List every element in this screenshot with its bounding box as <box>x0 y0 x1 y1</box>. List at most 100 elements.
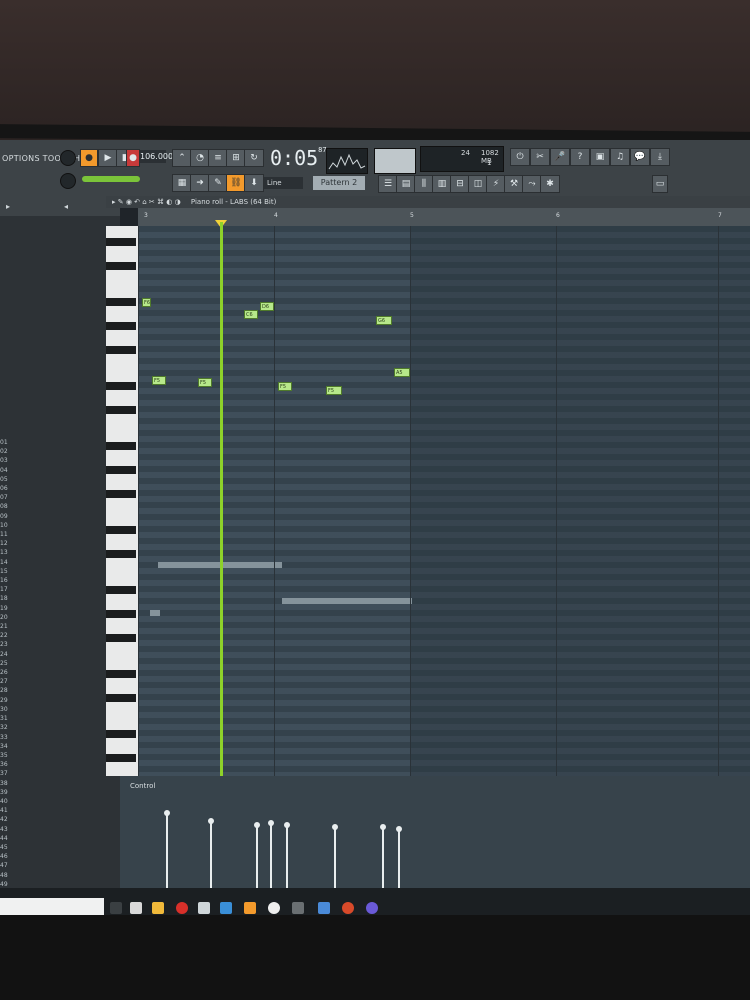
step-edit-icon[interactable]: ⊞ <box>226 149 246 167</box>
metronome-icon[interactable]: ⌃ <box>172 149 192 167</box>
mic-icon[interactable]: 🎤 <box>550 148 570 166</box>
browser-item[interactable]: 48 <box>0 871 120 880</box>
black-key[interactable] <box>106 586 136 594</box>
browser-item[interactable]: 35 <box>0 751 120 760</box>
browser-item[interactable]: 19 <box>0 604 120 613</box>
snap-select[interactable]: Line <box>264 177 303 189</box>
scissors-icon[interactable]: ✂ <box>530 148 550 166</box>
browser-item[interactable]: 10 <box>0 521 120 530</box>
browser-item[interactable]: 17 <box>0 585 120 594</box>
browser-item[interactable]: 08 <box>0 502 120 511</box>
taskbar-search[interactable] <box>0 898 104 916</box>
power-icon[interactable]: ⏻ <box>510 148 530 166</box>
black-key[interactable] <box>106 406 136 414</box>
black-key[interactable] <box>106 754 136 762</box>
note-grid[interactable]: F6 C6 D6 G6 F5 F5 F5 F5 A5 <box>138 226 750 776</box>
browser-item[interactable]: 07 <box>0 493 120 502</box>
browser-item[interactable]: 46 <box>0 852 120 861</box>
fl-studio-icon[interactable] <box>244 902 256 914</box>
browser-item[interactable]: 37 <box>0 769 120 778</box>
black-key[interactable] <box>106 298 136 306</box>
arrow-icon[interactable]: ➜ <box>190 174 210 192</box>
browser-item[interactable]: 12 <box>0 539 120 548</box>
browser-item[interactable]: 38 <box>0 779 120 788</box>
piano-roll-icon[interactable]: ▥ <box>432 175 452 193</box>
black-key[interactable] <box>106 322 136 330</box>
loop-record-icon[interactable]: ↻ <box>244 149 264 167</box>
browser-item[interactable]: 30 <box>0 705 120 714</box>
bird-icon[interactable] <box>318 902 330 914</box>
black-key[interactable] <box>106 730 136 738</box>
browser-item[interactable]: 03 <box>0 456 120 465</box>
chrome-icon[interactable] <box>176 902 188 914</box>
browser-item[interactable]: 11 <box>0 530 120 539</box>
pattern-song-toggle[interactable]: ● <box>80 149 98 167</box>
browser-item[interactable]: 14 <box>0 558 120 567</box>
browser-item[interactable]: 06 <box>0 484 120 493</box>
plugin-picker-icon[interactable]: ◫ <box>468 175 488 193</box>
black-key[interactable] <box>106 238 136 246</box>
countdown-icon[interactable]: ≡ <box>208 149 228 167</box>
speaker-icon[interactable]: ◂ <box>64 202 68 211</box>
black-key[interactable] <box>106 670 136 678</box>
browser-item[interactable]: 40 <box>0 797 120 806</box>
render-icon[interactable]: ⤳ <box>522 175 542 193</box>
black-key[interactable] <box>106 490 136 498</box>
download-icon[interactable]: ⤓ <box>650 148 670 166</box>
note[interactable]: D6 <box>260 302 274 311</box>
browser-item[interactable]: 22 <box>0 631 120 640</box>
browser-item[interactable]: 39 <box>0 788 120 797</box>
black-key[interactable] <box>106 550 136 558</box>
note[interactable]: G6 <box>376 316 392 325</box>
stamp-icon[interactable]: ⬇ <box>244 174 264 192</box>
store-icon[interactable] <box>220 902 232 914</box>
browser-item[interactable]: 33 <box>0 733 120 742</box>
playlist-icon[interactable]: ☰ <box>378 175 398 193</box>
browser-item[interactable]: 09 <box>0 512 120 521</box>
note[interactable]: F5 <box>152 376 166 385</box>
black-key[interactable] <box>106 526 136 534</box>
plug-icon[interactable]: ⚡ <box>486 175 506 193</box>
black-key[interactable] <box>106 262 136 270</box>
browser-item[interactable]: 18 <box>0 594 120 603</box>
browser-item[interactable]: 31 <box>0 714 120 723</box>
save-icon[interactable]: ▣ <box>590 148 610 166</box>
folder-icon[interactable] <box>152 902 164 914</box>
black-key[interactable] <box>106 694 136 702</box>
mixer-icon[interactable]: ⫼ <box>414 175 434 193</box>
app-icon[interactable] <box>292 902 304 914</box>
black-key[interactable] <box>106 382 136 390</box>
piano-icon[interactable]: ▦ <box>172 174 192 192</box>
browser-item[interactable]: 02 <box>0 447 120 456</box>
note[interactable]: F6 <box>142 298 151 307</box>
media-icon[interactable] <box>268 902 280 914</box>
task-view-icon[interactable] <box>110 902 122 914</box>
browser-item[interactable]: 27 <box>0 677 120 686</box>
browser-item[interactable]: 24 <box>0 650 120 659</box>
browser-item[interactable]: 29 <box>0 696 120 705</box>
file-icon[interactable] <box>198 902 210 914</box>
black-key[interactable] <box>106 346 136 354</box>
pattern-select[interactable]: Pattern 2 <box>313 176 365 190</box>
browser-item[interactable]: 43 <box>0 825 120 834</box>
master-volume-slider[interactable] <box>82 176 140 182</box>
browser-item[interactable]: 26 <box>0 668 120 677</box>
browser-item[interactable]: 28 <box>0 686 120 695</box>
browser-item[interactable]: 25 <box>0 659 120 668</box>
piano-roll-menu-icon[interactable]: ▸ ✎ ◉ ↶ ⌂ ✂ ⌘ ◐ ◑ <box>112 198 181 206</box>
wait-input-icon[interactable]: ◔ <box>190 149 210 167</box>
note[interactable]: F5 <box>198 378 212 387</box>
browser-list[interactable]: 01 02 03 04 05 06 07 08 09 10 11 12 13 14 15 16 17 18 19 20… <box>0 438 120 917</box>
browser-item[interactable]: 21 <box>0 622 120 631</box>
tools-icon[interactable]: ⚒ <box>504 175 524 193</box>
note[interactable]: F5 <box>278 382 292 391</box>
project-icon[interactable]: ✱ <box>540 175 560 193</box>
browser-item[interactable]: 47 <box>0 861 120 870</box>
browser-item[interactable]: 23 <box>0 640 120 649</box>
browser-item[interactable]: 15 <box>0 567 120 576</box>
play-button[interactable]: ▶ <box>98 149 118 167</box>
timeline-ruler[interactable]: 4 5 6 7 3 <box>138 208 750 227</box>
browser-item[interactable]: 42 <box>0 815 120 824</box>
record-app-icon[interactable] <box>342 902 354 914</box>
browser-item[interactable]: 36 <box>0 760 120 769</box>
